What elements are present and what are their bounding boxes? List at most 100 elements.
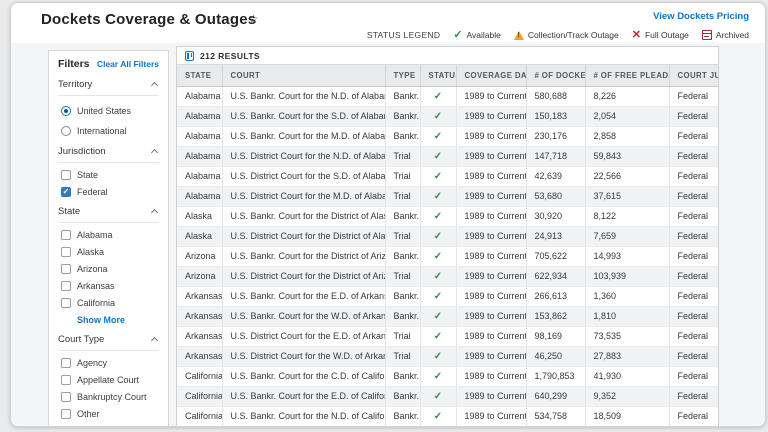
table-row: AlabamaU.S. District Court for the N.D. … [177, 146, 719, 166]
results-bar: 212 RESULTS [177, 47, 718, 65]
cell-status: ✓ [420, 386, 456, 406]
available-check-icon: ✓ [434, 311, 442, 322]
cell-coverage-dates: 1989 to Current [456, 166, 526, 186]
cell-coverage-dates: 1989 to Current [456, 346, 526, 366]
cell-coverage-dates: 1989 to Current [456, 306, 526, 326]
filter-section-title: Court Type [58, 334, 104, 345]
clear-all-filters-link[interactable]: Clear All Filters [97, 59, 159, 69]
filter-option-arkansas[interactable]: Arkansas [61, 281, 159, 291]
cell-court: U.S. District Court for the E.D. of Arka… [222, 326, 385, 346]
available-check-icon: ✓ [434, 191, 442, 202]
cell-status: ✓ [420, 86, 456, 106]
filter-section-header-jurisdiction[interactable]: Jurisdiction [58, 146, 159, 163]
filter-option-agency[interactable]: Agency [61, 358, 159, 368]
cell-jurisdiction: Federal [669, 126, 719, 146]
filter-option-label: Agency [77, 358, 107, 368]
filter-option-bankruptcy-court[interactable]: Bankruptcy Court [61, 392, 159, 402]
checkbox-state[interactable] [61, 170, 71, 180]
filter-section-title: Territory [58, 79, 92, 90]
filter-option-label: Arkansas [77, 281, 115, 291]
cell-free-pleadings-count: 1,810 [585, 306, 669, 326]
cell-type: Bankr. [385, 306, 420, 326]
cell-state: Arizona [177, 266, 222, 286]
checkbox-federal[interactable] [61, 187, 71, 197]
cell-free-pleadings-count: 73,535 [585, 326, 669, 346]
cell-jurisdiction: Federal [669, 226, 719, 246]
cell-court: U.S. District Court for the M.D. of Alab… [222, 186, 385, 206]
checkbox-california[interactable] [61, 298, 71, 308]
legend-item-label: Collection/Track Outage [528, 30, 619, 40]
cell-coverage-dates: 1989 to Current [456, 406, 526, 426]
column-header-court[interactable]: COURT [222, 65, 385, 86]
column-header-of-free-pleadings[interactable]: # OF FREE PLEADINGS [585, 65, 669, 86]
filter-option-alabama[interactable]: Alabama [61, 230, 159, 240]
cell-coverage-dates: 1989 to Current [456, 146, 526, 166]
column-header-court-jurisdiction[interactable]: COURT JURISDICTION [669, 65, 719, 86]
column-header-coverage-dates[interactable]: COVERAGE DATES [456, 65, 526, 86]
cell-court: U.S. Bankr. Court for the District of Ar… [222, 246, 385, 266]
table-row: AlaskaU.S. District Court for the Distri… [177, 226, 719, 246]
filter-option-california[interactable]: California [61, 298, 159, 308]
checkbox-agency[interactable] [61, 358, 71, 368]
checkbox-other[interactable] [61, 409, 71, 419]
filter-section-header-state[interactable]: State [58, 206, 159, 223]
filter-option-international[interactable]: International [61, 126, 159, 136]
filter-section-header-territory[interactable]: Territory [58, 79, 159, 96]
cell-coverage-dates: 1989 to Current [456, 86, 526, 106]
cell-court: U.S. District Court for the W.D. of Arka… [222, 346, 385, 366]
column-header-status[interactable]: STATUS [420, 65, 456, 86]
cell-type: Bankr. [385, 126, 420, 146]
filter-option-alaska[interactable]: Alaska [61, 247, 159, 257]
cell-status: ✓ [420, 206, 456, 226]
cell-court: U.S. District Court for the District of … [222, 266, 385, 286]
filter-section-title: Jurisdiction [58, 146, 106, 157]
cell-jurisdiction: Federal [669, 106, 719, 126]
filter-option-appellate-court[interactable]: Appellate Court [61, 375, 159, 385]
cell-state: Alabama [177, 166, 222, 186]
page-title: Dockets Coverage & Outages [41, 11, 256, 28]
results-panel: 212 RESULTS STATECOURTTYPESTATUSCOVERAGE… [176, 46, 719, 426]
view-dockets-pricing-link[interactable]: View Dockets Pricing [653, 11, 749, 22]
checkbox-arizona[interactable] [61, 264, 71, 274]
filter-option-label: United States [77, 106, 131, 116]
checkbox-appellate-court[interactable] [61, 375, 71, 385]
column-header-of-dockets[interactable]: # OF DOCKETS [526, 65, 585, 86]
filter-option-arizona[interactable]: Arizona [61, 264, 159, 274]
cell-coverage-dates: 1989 to Current [456, 226, 526, 246]
cell-type: Bankr. [385, 206, 420, 226]
filter-option-label: Appellate Court [77, 375, 139, 385]
filter-section-header-court-type[interactable]: Court Type [58, 334, 159, 351]
radio-international[interactable] [61, 126, 71, 136]
cell-coverage-dates: 1989 to Current [456, 186, 526, 206]
show-more-link[interactable]: Show More [77, 315, 159, 325]
legend-item-full-outage: ✕Full Outage [632, 30, 689, 40]
checkbox-arkansas[interactable] [61, 281, 71, 291]
cell-status: ✓ [420, 106, 456, 126]
filters-panel: Filters Clear All Filters TerritoryUnite… [48, 50, 169, 426]
filter-option-federal[interactable]: Federal [61, 187, 159, 197]
available-check-icon: ✓ [434, 171, 442, 182]
filter-option-label: Federal [77, 187, 108, 197]
radio-united-states[interactable] [61, 106, 71, 116]
filter-option-united-states[interactable]: United States [61, 106, 159, 116]
filter-option-other[interactable]: Other [61, 409, 159, 419]
cell-jurisdiction: Federal [669, 246, 719, 266]
column-header-state[interactable]: STATE [177, 65, 222, 86]
cell-state: Alabama [177, 86, 222, 106]
cell-dockets-count: 42,639 [526, 166, 585, 186]
cell-free-pleadings-count: 18,509 [585, 406, 669, 426]
checkbox-bankruptcy-court[interactable] [61, 392, 71, 402]
checkbox-alaska[interactable] [61, 247, 71, 257]
column-header-type[interactable]: TYPE [385, 65, 420, 86]
cell-dockets-count: 30,920 [526, 206, 585, 226]
favorite-star-icon[interactable]: ☆ [248, 12, 259, 26]
filter-option-state[interactable]: State [61, 170, 159, 180]
cell-type: Trial [385, 186, 420, 206]
cell-dockets-count: 53,680 [526, 186, 585, 206]
checkbox-alabama[interactable] [61, 230, 71, 240]
cell-status: ✓ [420, 286, 456, 306]
cell-jurisdiction: Federal [669, 86, 719, 106]
cell-status: ✓ [420, 346, 456, 366]
cell-type: Trial [385, 346, 420, 366]
cell-coverage-dates: 1989 to Current [456, 106, 526, 126]
